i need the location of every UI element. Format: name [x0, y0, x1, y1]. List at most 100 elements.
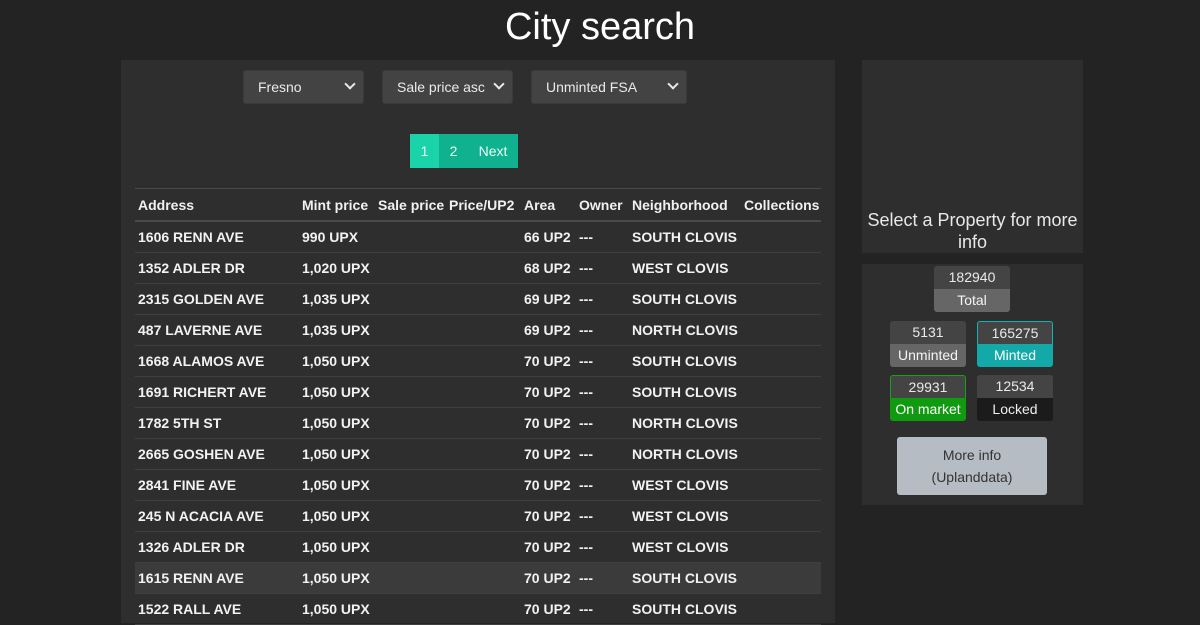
table-row[interactable]: 2665 GOSHEN AVE 1,050 UPX 70 UP2 --- NORTH C… [135, 438, 821, 470]
cell-mint-price: 1,050 UPX [299, 407, 375, 439]
cell-mint-price: 1,050 UPX [299, 593, 375, 625]
cell-collections [741, 407, 821, 439]
cell-mint-price: 1,050 UPX [299, 531, 375, 563]
cell-area: 70 UP2 [521, 500, 576, 532]
cell-price-per-up2 [446, 221, 521, 253]
cell-area: 69 UP2 [521, 283, 576, 315]
column-header-neighborhood[interactable]: Neighborhood [629, 188, 741, 222]
table-row[interactable]: 1782 5TH ST 1,050 UPX 70 UP2 --- NORTH CLOVI… [135, 407, 821, 439]
cell-area: 66 UP2 [521, 221, 576, 253]
cell-mint-price: 1,035 UPX [299, 314, 375, 346]
column-header-mint-price[interactable]: Mint price [299, 188, 375, 222]
cell-price-per-up2 [446, 469, 521, 501]
cell-price-per-up2 [446, 283, 521, 315]
cell-sale-price [375, 500, 446, 532]
column-header-price-per-up2[interactable]: Price/UP2 [446, 188, 521, 222]
cell-address: 1782 5TH ST [135, 407, 299, 439]
stat-on-market[interactable]: 29931 On market [890, 375, 966, 421]
table-row[interactable]: 245 N ACACIA AVE 1,050 UPX 70 UP2 --- WEST C… [135, 500, 821, 532]
cell-sale-price [375, 531, 446, 563]
cell-address: 1522 RALL AVE [135, 593, 299, 625]
column-header-collections[interactable]: Collections [741, 188, 821, 222]
column-header-area[interactable]: Area [521, 188, 576, 222]
cell-area: 69 UP2 [521, 314, 576, 346]
column-header-address[interactable]: Address [135, 188, 299, 222]
cell-owner: --- [576, 252, 629, 284]
cell-price-per-up2 [446, 407, 521, 439]
stat-unminted-value: 5131 [890, 321, 966, 344]
table-row[interactable]: 1606 RENN AVE 990 UPX 66 UP2 --- SOUTH CLOVI… [135, 221, 821, 253]
cell-owner: --- [576, 345, 629, 377]
table-row[interactable]: 2841 FINE AVE 1,050 UPX 70 UP2 --- WEST CLOV… [135, 469, 821, 501]
stat-locked-label: Locked [977, 398, 1053, 421]
cell-owner: --- [576, 562, 629, 594]
cell-price-per-up2 [446, 593, 521, 625]
cell-collections [741, 252, 821, 284]
cell-neighborhood: NORTH CLOVIS [629, 407, 741, 439]
cell-mint-price: 990 UPX [299, 221, 375, 253]
cell-area: 70 UP2 [521, 438, 576, 470]
city-select[interactable]: Fresno [243, 70, 364, 104]
cell-owner: --- [576, 531, 629, 563]
cell-neighborhood: SOUTH CLOVIS [629, 283, 741, 315]
cell-sale-price [375, 407, 446, 439]
cell-collections [741, 221, 821, 253]
city-stats-panel: 182940 Total 5131 Unminted 165275 Minted… [862, 264, 1083, 505]
cell-collections [741, 345, 821, 377]
cell-mint-price: 1,050 UPX [299, 469, 375, 501]
stat-minted[interactable]: 165275 Minted [977, 321, 1053, 367]
sort-select[interactable]: Sale price asc [382, 70, 513, 104]
table-row[interactable]: 1615 RENN AVE 1,050 UPX 70 UP2 --- SOUTH CLO… [135, 562, 821, 594]
cell-sale-price [375, 314, 446, 346]
cell-address: 1615 RENN AVE [135, 562, 299, 594]
cell-address: 245 N ACACIA AVE [135, 500, 299, 532]
cell-owner: --- [576, 407, 629, 439]
cell-area: 70 UP2 [521, 593, 576, 625]
cell-address: 1326 ADLER DR [135, 531, 299, 563]
cell-owner: --- [576, 469, 629, 501]
cell-mint-price: 1,050 UPX [299, 345, 375, 377]
stat-unminted[interactable]: 5131 Unminted [890, 321, 966, 367]
column-header-sale-price[interactable]: Sale price [375, 188, 446, 222]
cell-neighborhood: WEST CLOVIS [629, 500, 741, 532]
cell-collections [741, 562, 821, 594]
stat-total: 182940 Total [934, 266, 1010, 312]
sort-select-value: Sale price asc [397, 79, 485, 95]
more-info-source: (Uplanddata) [931, 469, 1013, 485]
cell-neighborhood: WEST CLOVIS [629, 531, 741, 563]
cell-price-per-up2 [446, 314, 521, 346]
cell-address: 1691 RICHERT AVE [135, 376, 299, 408]
cell-collections [741, 500, 821, 532]
table-header-row: Address Mint price Sale price Price/UP2 … [135, 188, 821, 222]
cell-mint-price: 1,035 UPX [299, 283, 375, 315]
page-title: City search [504, 6, 696, 48]
cell-address: 2841 FINE AVE [135, 469, 299, 501]
table-row[interactable]: 1522 RALL AVE 1,050 UPX 70 UP2 --- SOUTH CLO… [135, 593, 821, 625]
cell-address: 487 LAVERNE AVE [135, 314, 299, 346]
cell-collections [741, 593, 821, 625]
next-page-button[interactable]: Next [468, 134, 518, 168]
cell-sale-price [375, 345, 446, 377]
cell-owner: --- [576, 314, 629, 346]
table-row[interactable]: 1326 ADLER DR 1,050 UPX 70 UP2 --- WEST CLOV… [135, 531, 821, 563]
select-property-message: Select a Property for more info [867, 210, 1078, 252]
cell-address: 2665 GOSHEN AVE [135, 438, 299, 470]
page-2-button[interactable]: 2 [439, 134, 468, 168]
status-select[interactable]: Unminted FSA [531, 70, 687, 104]
table-row[interactable]: 487 LAVERNE AVE 1,035 UPX 69 UP2 --- NORTH C… [135, 314, 821, 346]
more-info-button[interactable]: More info (Uplanddata) [897, 437, 1047, 495]
stat-locked-value: 12534 [977, 375, 1053, 398]
stat-locked[interactable]: 12534 Locked [977, 375, 1053, 421]
page-1-button[interactable]: 1 [410, 134, 439, 168]
column-header-owner[interactable]: Owner [576, 188, 629, 222]
cell-neighborhood: NORTH CLOVIS [629, 314, 741, 346]
cell-owner: --- [576, 593, 629, 625]
cell-collections [741, 314, 821, 346]
property-info-panel: Select a Property for more info [862, 60, 1083, 253]
table-row[interactable]: 1691 RICHERT AVE 1,050 UPX 70 UP2 --- SOUTH … [135, 376, 821, 408]
table-row[interactable]: 1352 ADLER DR 1,020 UPX 68 UP2 --- WEST CLOV… [135, 252, 821, 284]
table-row[interactable]: 2315 GOLDEN AVE 1,035 UPX 69 UP2 --- SOUTH C… [135, 283, 821, 315]
table-row[interactable]: 1668 ALAMOS AVE 1,050 UPX 70 UP2 --- SOUTH C… [135, 345, 821, 377]
chevron-down-icon [667, 78, 679, 90]
cell-neighborhood: SOUTH CLOVIS [629, 593, 741, 625]
